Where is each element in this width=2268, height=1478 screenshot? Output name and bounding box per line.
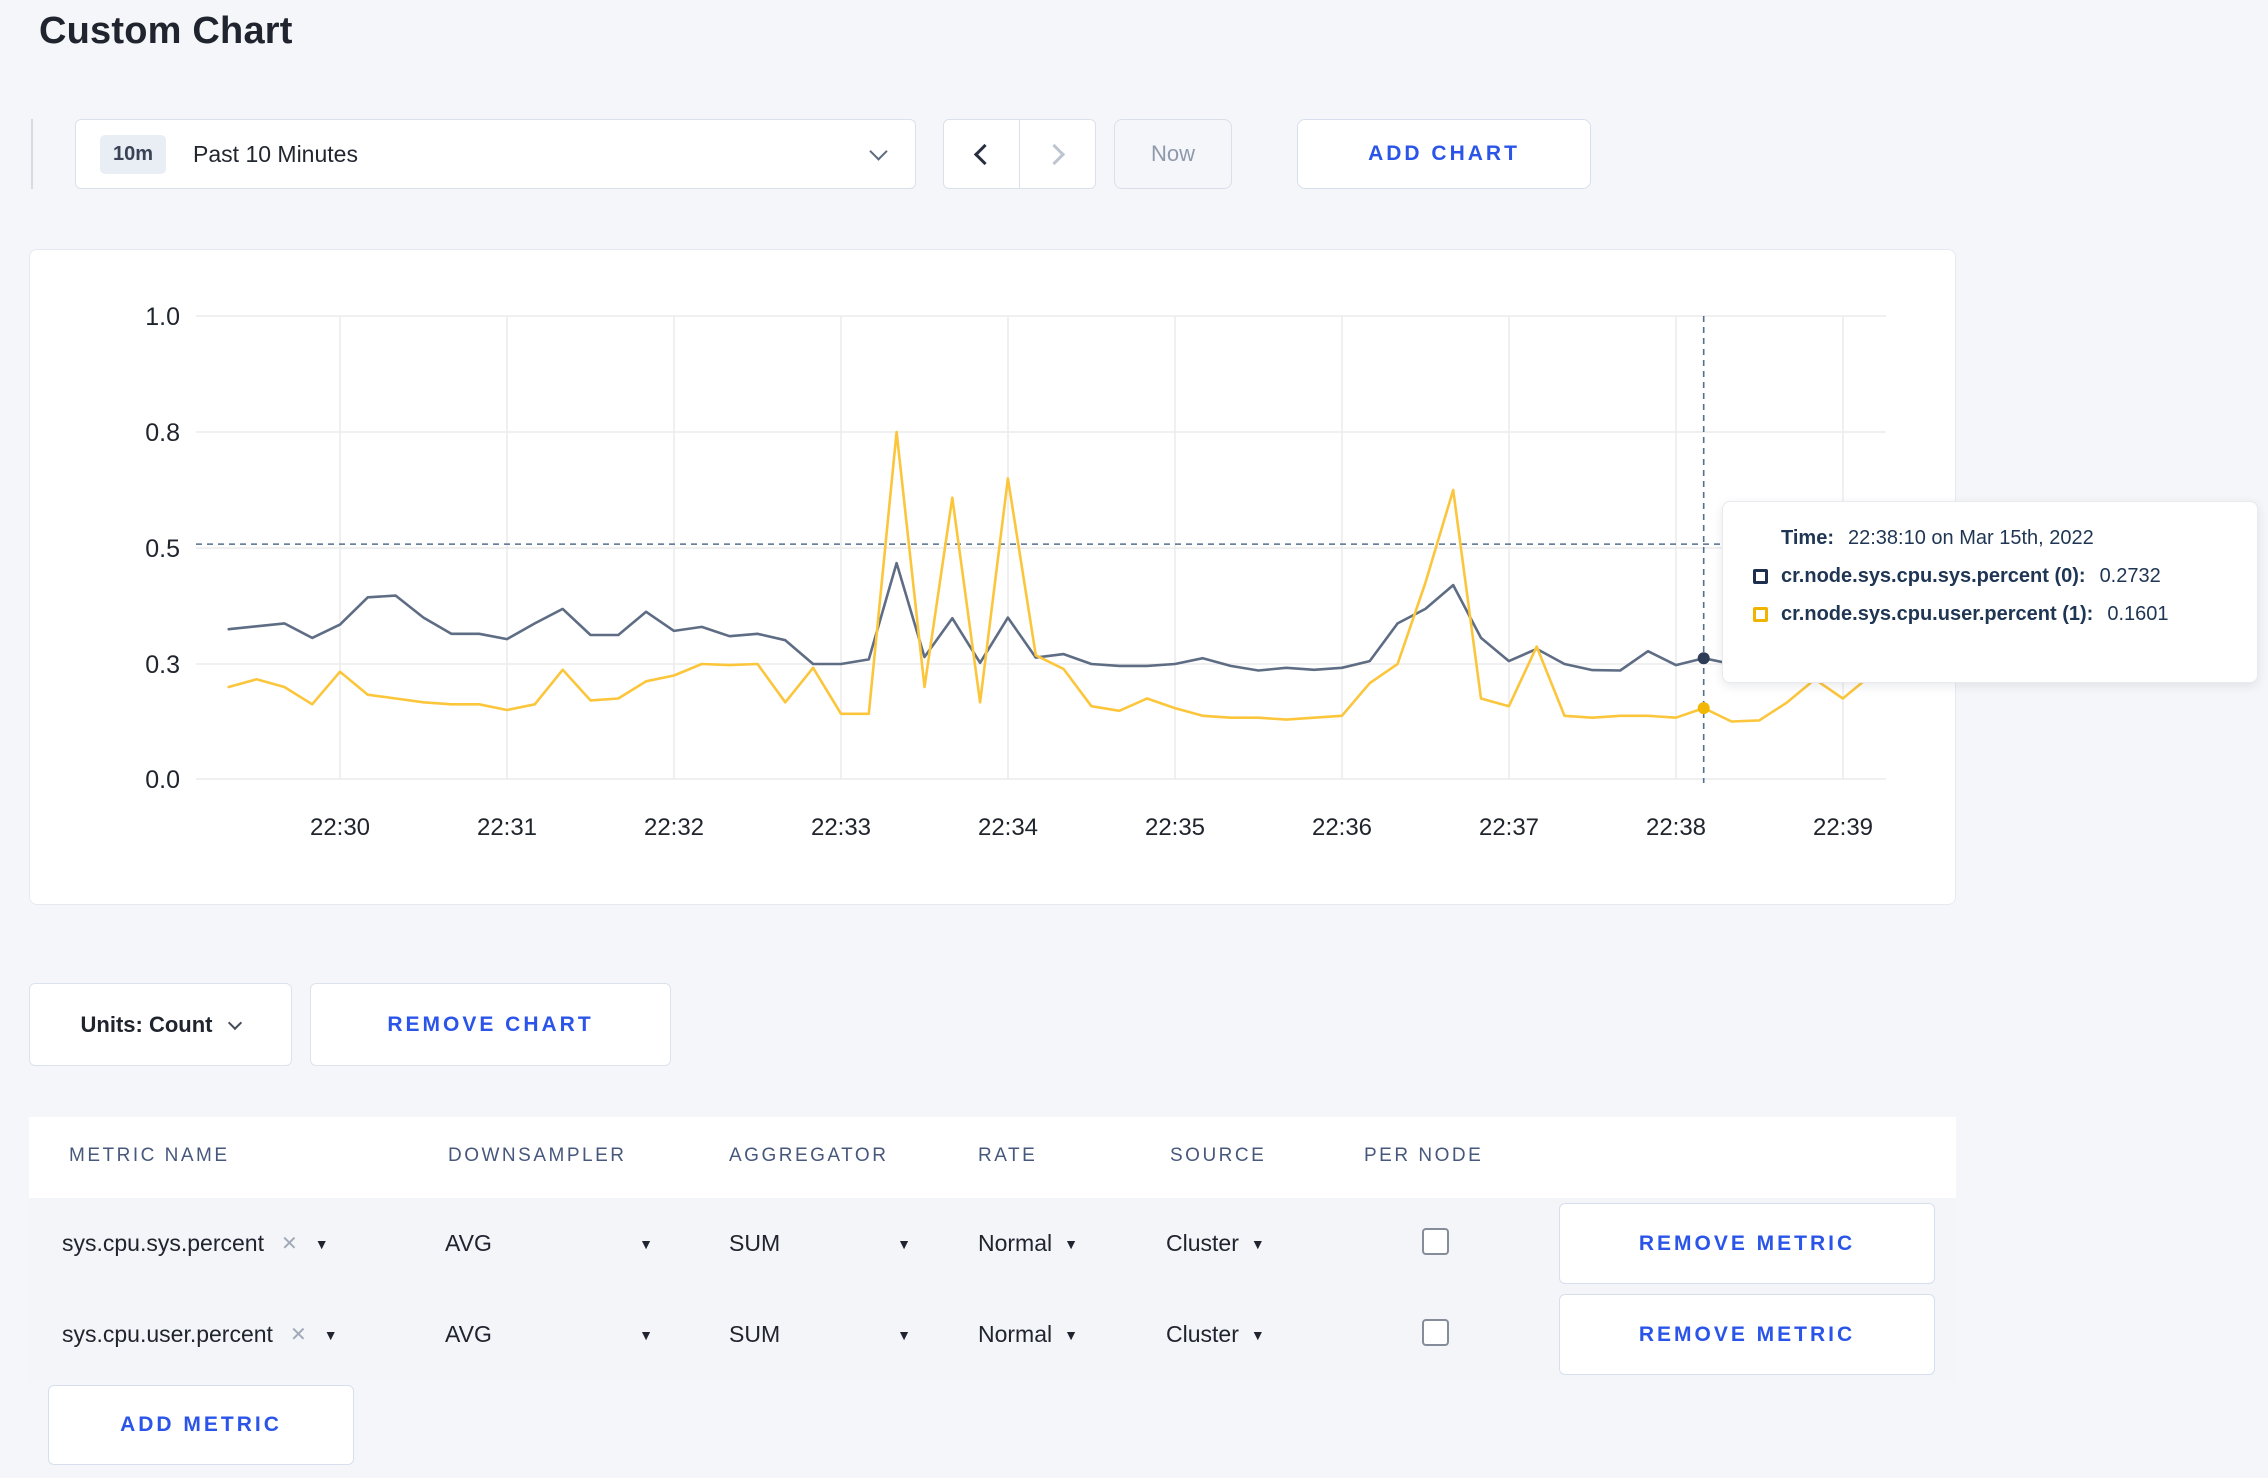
downsampler-value: AVG bbox=[445, 1321, 492, 1347]
caret-down-icon: ▼ bbox=[897, 1326, 911, 1343]
x-axis-label: 22:38 bbox=[1646, 814, 1706, 841]
table-row: sys.cpu.user.percent ✕ ▼ AVG ▼ SUM ▼ Nor… bbox=[29, 1289, 1956, 1380]
remove-chart-button[interactable]: REMOVE CHART bbox=[310, 983, 671, 1066]
time-range-select[interactable]: 10m Past 10 Minutes bbox=[75, 119, 916, 189]
source-select[interactable]: Cluster ▼ bbox=[1166, 1198, 1265, 1289]
cpu-percent-chart[interactable]: 0.0 0.3 0.5 0.8 1.0 22:30 22:31 22:32 22:33 22:34… bbox=[30, 250, 1957, 906]
chevron-left-icon bbox=[973, 143, 996, 165]
caret-down-icon: ▼ bbox=[897, 1235, 911, 1252]
custom-chart-page: Custom Chart 10m Past 10 Minutes Now ADD… bbox=[0, 0, 2268, 1478]
source-value: Cluster bbox=[1166, 1230, 1239, 1256]
now-button[interactable]: Now bbox=[1114, 119, 1232, 189]
tooltip-sys-label: cr.node.sys.cpu.sys.percent (0): bbox=[1781, 565, 2086, 587]
metrics-table: METRIC NAME DOWNSAMPLER AGGREGATOR RATE … bbox=[29, 1117, 1956, 1381]
chevron-down-icon bbox=[869, 141, 888, 161]
downsampler-select[interactable]: AVG ▼ bbox=[445, 1289, 653, 1380]
remove-metric-button[interactable]: REMOVE METRIC bbox=[1559, 1294, 1935, 1375]
caret-down-icon: ▼ bbox=[639, 1235, 653, 1252]
chevron-down-icon bbox=[228, 1015, 243, 1030]
x-axis-label: 22:36 bbox=[1312, 814, 1372, 841]
tooltip-time-label: Time: bbox=[1781, 527, 1834, 549]
header-source: SOURCE bbox=[1170, 1145, 1267, 1166]
caret-down-icon: ▼ bbox=[314, 1235, 329, 1252]
time-range-badge: 10m bbox=[100, 134, 167, 174]
rate-select[interactable]: Normal ▼ bbox=[978, 1198, 1078, 1289]
user-series-swatch-icon bbox=[1753, 607, 1768, 622]
metrics-table-header: METRIC NAME DOWNSAMPLER AGGREGATOR RATE … bbox=[29, 1117, 1956, 1198]
table-row: sys.cpu.sys.percent ✕ ▼ AVG ▼ SUM ▼ Norm… bbox=[29, 1198, 1956, 1289]
metrics-table-body: sys.cpu.sys.percent ✕ ▼ AVG ▼ SUM ▼ Norm… bbox=[29, 1198, 1956, 1381]
downsampler-select[interactable]: AVG ▼ bbox=[445, 1198, 653, 1289]
hover-dot-1 bbox=[1697, 702, 1710, 715]
x-axis-label: 22:32 bbox=[644, 814, 704, 841]
metric-name-value: sys.cpu.sys.percent bbox=[62, 1230, 264, 1256]
y-axis-label: 0.5 bbox=[145, 535, 180, 563]
sys-series-swatch-icon bbox=[1753, 569, 1768, 584]
caret-down-icon: ▼ bbox=[1064, 1235, 1078, 1252]
x-axis-label: 22:35 bbox=[1145, 814, 1205, 841]
header-rate: RATE bbox=[978, 1145, 1038, 1166]
chart-tooltip: Time: 22:38:10 on Mar 15th, 2022 cr.node… bbox=[1722, 501, 2258, 683]
caret-down-icon: ▼ bbox=[1250, 1235, 1265, 1252]
rate-value: Normal bbox=[978, 1321, 1053, 1347]
metric-name-value: sys.cpu.user.percent bbox=[62, 1321, 273, 1347]
source-select[interactable]: Cluster ▼ bbox=[1166, 1289, 1265, 1380]
clear-metric-icon[interactable]: ✕ bbox=[281, 1234, 298, 1254]
per-node-checkbox[interactable] bbox=[1422, 1319, 1449, 1346]
tooltip-user-label: cr.node.sys.cpu.user.percent (1): bbox=[1781, 603, 2094, 625]
units-select[interactable]: Units: Count bbox=[29, 983, 292, 1066]
x-axis-label: 22:37 bbox=[1479, 814, 1539, 841]
y-axis-label: 0.3 bbox=[145, 651, 180, 679]
caret-down-icon: ▼ bbox=[1064, 1326, 1078, 1343]
hover-dot-0 bbox=[1697, 652, 1710, 665]
source-value: Cluster bbox=[1166, 1321, 1239, 1347]
toolbar-divider bbox=[31, 119, 33, 189]
time-pager bbox=[943, 119, 1096, 189]
header-per-node: PER NODE bbox=[1364, 1145, 1484, 1166]
tooltip-time-value: 22:38:10 on Mar 15th, 2022 bbox=[1847, 527, 2094, 549]
next-time-button[interactable] bbox=[1020, 120, 1095, 188]
series-line-1 bbox=[227, 430, 1872, 723]
prev-time-button[interactable] bbox=[944, 120, 1020, 188]
y-axis-label: 0.0 bbox=[145, 766, 180, 794]
downsampler-value: AVG bbox=[445, 1230, 492, 1256]
header-downsampler: DOWNSAMPLER bbox=[448, 1145, 627, 1166]
caret-down-icon: ▼ bbox=[323, 1326, 338, 1343]
clear-metric-icon[interactable]: ✕ bbox=[290, 1325, 307, 1345]
page-title: Custom Chart bbox=[39, 10, 293, 52]
x-axis-label: 22:39 bbox=[1813, 814, 1873, 841]
add-chart-button[interactable]: ADD CHART bbox=[1297, 119, 1591, 189]
units-label: Units: Count bbox=[80, 1011, 213, 1037]
rate-value: Normal bbox=[978, 1230, 1053, 1256]
add-metric-button[interactable]: ADD METRIC bbox=[48, 1385, 354, 1465]
time-range-label: Past 10 Minutes bbox=[193, 140, 358, 167]
y-axis-label: 1.0 bbox=[145, 303, 180, 331]
aggregator-value: SUM bbox=[729, 1321, 781, 1347]
header-aggregator: AGGREGATOR bbox=[729, 1145, 889, 1166]
x-axis-label: 22:34 bbox=[978, 814, 1038, 841]
metric-name-select[interactable]: sys.cpu.sys.percent ✕ ▼ bbox=[62, 1198, 329, 1289]
y-axis-label: 0.8 bbox=[145, 419, 180, 447]
metric-name-select[interactable]: sys.cpu.user.percent ✕ ▼ bbox=[62, 1289, 338, 1380]
x-axis-label: 22:33 bbox=[811, 814, 871, 841]
series-line-0 bbox=[227, 561, 1872, 672]
caret-down-icon: ▼ bbox=[639, 1326, 653, 1343]
tooltip-user-value: 0.1601 bbox=[2107, 603, 2169, 625]
aggregator-value: SUM bbox=[729, 1230, 781, 1256]
chart-card: 0.0 0.3 0.5 0.8 1.0 22:30 22:31 22:32 22:33 22:34… bbox=[29, 249, 1956, 905]
rate-select[interactable]: Normal ▼ bbox=[978, 1289, 1078, 1380]
per-node-checkbox[interactable] bbox=[1422, 1228, 1449, 1255]
x-axis-label: 22:30 bbox=[310, 814, 370, 841]
header-metric-name: METRIC NAME bbox=[69, 1145, 230, 1166]
x-axis-label: 22:31 bbox=[477, 814, 537, 841]
caret-down-icon: ▼ bbox=[1250, 1326, 1265, 1343]
remove-metric-button[interactable]: REMOVE METRIC bbox=[1559, 1203, 1935, 1284]
aggregator-select[interactable]: SUM ▼ bbox=[729, 1198, 911, 1289]
chevron-right-icon bbox=[1043, 143, 1066, 165]
tooltip-sys-value: 0.2732 bbox=[2099, 565, 2161, 587]
aggregator-select[interactable]: SUM ▼ bbox=[729, 1289, 911, 1380]
